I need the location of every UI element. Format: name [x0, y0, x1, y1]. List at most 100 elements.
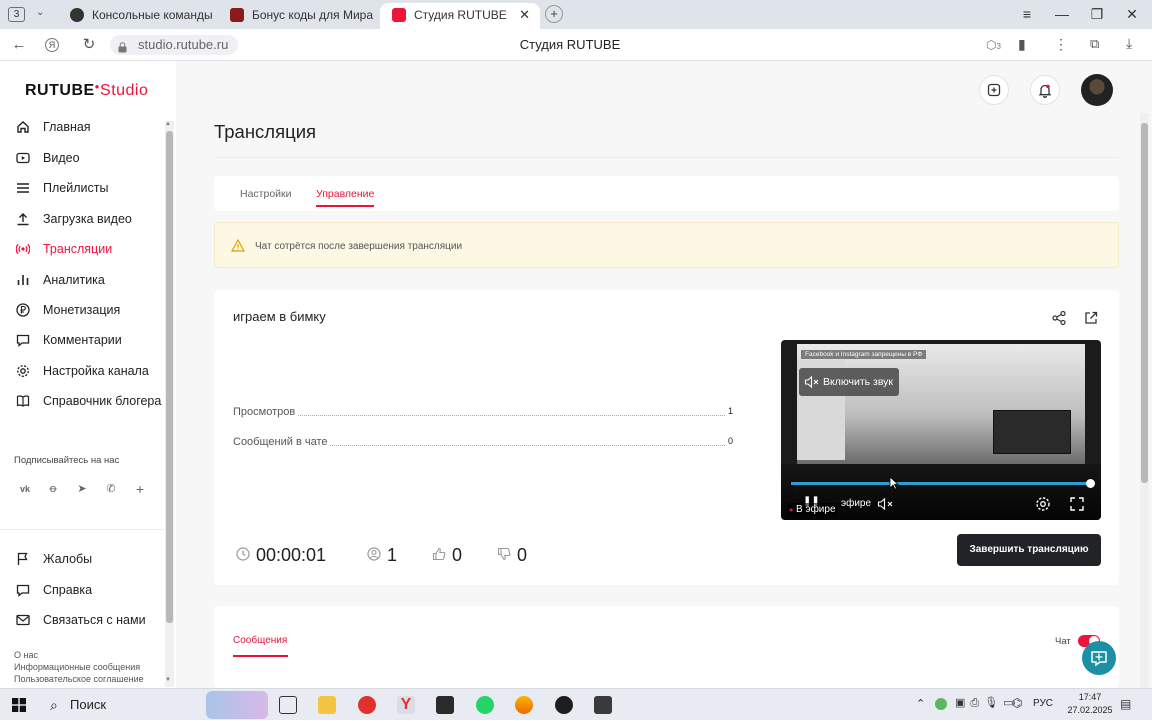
sidebar-item-channel-settings[interactable]: Настройка канала	[16, 361, 166, 381]
end-stream-button[interactable]: Завершить трансляцию	[957, 534, 1101, 566]
browser-tab-active[interactable]: Студия RUTUBE ✕	[380, 3, 540, 29]
share-icon[interactable]	[1051, 310, 1067, 326]
search-icon: ⌕	[50, 697, 58, 713]
taskbar-clock[interactable]: 17:47 27.02.2025	[1065, 691, 1115, 717]
book-icon	[16, 395, 30, 407]
viber-icon[interactable]: ✆	[103, 481, 119, 497]
video-icon	[16, 152, 30, 164]
avatar[interactable]	[1081, 74, 1113, 106]
extension-icon[interactable]: ⬡3	[986, 38, 1001, 52]
support-chat-button[interactable]	[1082, 641, 1116, 675]
recorder-app-icon[interactable]	[555, 696, 573, 714]
music-app-icon[interactable]	[515, 696, 533, 714]
sidebar-item-help[interactable]: Справка	[16, 580, 166, 600]
open-external-icon[interactable]	[1083, 310, 1099, 326]
logo-main-text: RUTUBE	[25, 82, 95, 99]
follow-us-label: Подписывайтесь на нас	[14, 455, 120, 466]
sidebar-item-complaints[interactable]: Жалобы	[16, 549, 166, 569]
tab-settings[interactable]: Настройки	[240, 188, 292, 200]
sidebar-item-monetization[interactable]: Монетизация	[16, 300, 166, 320]
new-tab-button[interactable]: +	[545, 5, 563, 23]
volume-muted-icon[interactable]	[877, 497, 895, 511]
back-arrow-icon[interactable]: ←	[10, 36, 28, 54]
footer-link-info[interactable]: Информационные сообщения	[14, 662, 140, 672]
scroll-up-icon[interactable]: ▲	[165, 121, 171, 127]
extension-badge: 3	[996, 42, 1001, 51]
broadcast-icon	[16, 243, 30, 255]
player-settings-icon[interactable]	[1035, 496, 1051, 512]
browser-tab[interactable]: Консольные команды | Ti	[58, 3, 212, 29]
warning-icon	[231, 239, 245, 252]
notification-center-icon[interactable]: ▤	[1120, 697, 1131, 711]
playlist-icon	[17, 183, 29, 193]
whatsapp-icon[interactable]	[476, 696, 494, 714]
wot-game-icon[interactable]	[594, 696, 612, 714]
sidebar-item-label: Монетизация	[43, 303, 121, 317]
url-text: studio.rutube.ru	[138, 37, 229, 52]
bookmark-icon[interactable]: ▮	[1018, 36, 1026, 53]
analytics-icon	[17, 275, 29, 285]
tray-chevron-icon[interactable]: ⌃	[916, 697, 925, 710]
unmute-button[interactable]: Включить звук	[799, 368, 900, 396]
stat-row-views: Просмотров 1	[233, 406, 733, 420]
tab-list-chevron-icon[interactable]: ⌄	[36, 7, 44, 18]
sidebar-item-contact[interactable]: Связаться с нами	[16, 610, 166, 630]
network-icon[interactable]: ⌬	[1012, 696, 1022, 710]
sidebar-item-upload[interactable]: Загрузка видео	[16, 209, 166, 229]
fullscreen-icon[interactable]	[1069, 496, 1085, 512]
reload-icon[interactable]: ↻	[80, 36, 98, 54]
scroll-down-icon[interactable]: ▼	[165, 677, 171, 683]
tray-app-icon[interactable]	[935, 698, 947, 710]
language-indicator[interactable]: РУС	[1033, 698, 1053, 709]
tab-messages[interactable]: Сообщения	[233, 635, 288, 657]
more-menu-icon[interactable]: ⋮	[1054, 36, 1068, 53]
sidebar-item-playlists[interactable]: Плейлисты	[16, 178, 166, 198]
warning-text: Чат сотрётся после завершения трансляции	[255, 241, 463, 252]
progress-knob[interactable]	[1086, 479, 1095, 488]
sidebar-item-home[interactable]: Главная	[16, 117, 166, 137]
sidebar-item-blogger-guide[interactable]: Справочник блогера	[16, 391, 166, 411]
page-scrollbar-thumb[interactable]	[1141, 123, 1148, 483]
vk-icon[interactable]: vk	[17, 481, 33, 497]
sidebar-item-analytics[interactable]: Аналитика	[16, 270, 166, 290]
taskbar-search[interactable]: ⌕ Поиск	[40, 689, 270, 721]
sidebar-item-video[interactable]: Видео	[16, 148, 166, 168]
file-explorer-icon[interactable]	[318, 696, 336, 714]
minimize-icon[interactable]: —	[1052, 6, 1072, 22]
rutube-studio-logo[interactable]: RUTUBE●Studio	[25, 82, 148, 100]
downloads-icon[interactable]: ⤓	[1126, 35, 1132, 52]
video-player[interactable]: Facebook и Instagram запрещены в РФ Вклю…	[781, 340, 1101, 520]
tab-title: Бонус коды для Мира тан	[252, 8, 374, 22]
sidebar-item-comments[interactable]: Комментарии	[16, 330, 166, 350]
tab-title: Студия RUTUBE	[414, 8, 507, 22]
tabs-menu-icon[interactable]: ≡	[1017, 6, 1037, 22]
mouse-cursor-icon	[889, 476, 900, 490]
tab-management[interactable]: Управление	[316, 188, 375, 207]
close-window-icon[interactable]: ✕	[1122, 6, 1142, 23]
sidebar-scrollbar-thumb[interactable]	[166, 131, 173, 623]
telegram-icon[interactable]: ➤	[74, 481, 90, 497]
ok-icon[interactable]: ꝋ	[45, 481, 61, 497]
restore-icon[interactable]: ❐	[1087, 6, 1107, 23]
browser-tab[interactable]: Бонус коды для Мира тан	[218, 3, 374, 29]
footer-link-about[interactable]: О нас	[14, 650, 38, 660]
sidebar-item-broadcasts[interactable]: Трансляции	[16, 239, 166, 259]
live-dot-icon: ●	[789, 507, 794, 514]
collections-icon[interactable]: ⧉	[1090, 36, 1099, 52]
task-view-icon[interactable]	[279, 696, 297, 714]
footer-link-agreement[interactable]: Пользовательское соглашение	[14, 674, 144, 684]
url-field[interactable]: studio.rutube.ru	[110, 35, 238, 55]
header-divider	[214, 157, 1119, 158]
game-launcher-icon[interactable]	[436, 696, 454, 714]
plus-icon[interactable]: +	[132, 481, 148, 497]
live-label: В эфире	[796, 504, 836, 515]
close-tab-icon[interactable]: ✕	[519, 3, 530, 27]
upload-button[interactable]	[979, 75, 1009, 105]
windows-start-icon[interactable]	[12, 698, 26, 712]
yandex-icon[interactable]: Я	[45, 38, 59, 52]
yandex-browser-icon[interactable]	[358, 696, 376, 714]
yandex-app-icon[interactable]: Y	[397, 696, 415, 714]
tab-count-badge[interactable]: 3	[8, 7, 25, 22]
tray-icons[interactable]: ▣⎙🎙▭	[955, 696, 1019, 710]
notifications-button[interactable]	[1030, 75, 1060, 105]
